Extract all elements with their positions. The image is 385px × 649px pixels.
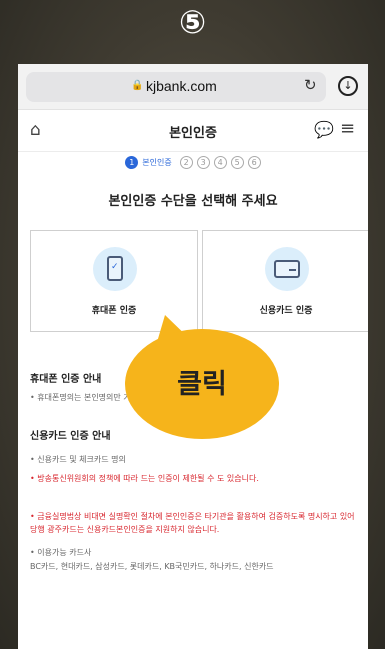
click-callout: 클릭 [125,315,279,439]
card-guide-bullet-1: • 신용카드 및 체크카드 명의 [30,455,126,464]
step-indicator-5: 5 [230,155,244,169]
section-heading: 본인인증 수단을 선택해 주세요 [108,194,278,209]
mobile-auth-label: 휴대폰 인증 [91,306,137,316]
step-indicator-1: 1 [125,155,139,169]
address-field[interactable]: 🔒 kjbank.com ↻ [26,72,326,102]
card-guide-bullet-3: • 금융실명법상 비대면 실명확인 절차에 본인인증은 타기관을 활용하여 검증… [30,512,355,534]
step-indicator-3: 3 [196,155,210,169]
step-indicator-6: 6 [247,155,261,169]
credit-card-auth-label: 신용카드 인증 [259,306,313,316]
step-active-label: 본인인증 [142,157,172,167]
card-company-list: BC카드, 현대카드, 삼성카드, 롯데카드, KB국민카드, 하나카드, 신한… [30,562,274,571]
mobile-phone-icon: ✓ [93,247,137,291]
callout-text: 클릭 [177,369,227,400]
download-icon[interactable]: ↓ [338,76,358,96]
url-text: kjbank.com [146,78,217,94]
card-guide-title: 신용카드 인증 안내 [30,431,111,442]
chat-icon[interactable]: 💬 [314,120,334,139]
card-guide-bullet-2: • 방송통신위원회의 정책에 따라 드는 인증이 제한될 수 도 있습니다. [30,474,259,483]
card-guide-bullet-4: • 이용가능 카드사 [30,548,92,557]
reload-icon[interactable]: ↻ [304,76,317,94]
menu-icon[interactable]: ≡ [340,118,355,139]
phone-guide-title: 휴대폰 인증 안내 [30,374,102,385]
step-indicator-4: 4 [213,155,227,169]
credit-card-icon [265,247,309,291]
step-number-badge: ⑤ [178,3,207,41]
browser-url-bar: AA 🔒 kjbank.com ↻ ↓ [18,64,368,110]
mobile-auth-button[interactable]: ✓ 휴대폰 인증 [30,230,198,332]
progress-stepper: 1 본인인증 2 3 4 5 6 [18,152,368,172]
step-indicator-2: 2 [179,155,193,169]
app-header: ⌂ 본인인증 💬 ≡ [18,110,368,152]
credit-card-auth-button[interactable]: 신용카드 인증 [202,230,368,332]
lock-icon: 🔒 [131,80,144,91]
